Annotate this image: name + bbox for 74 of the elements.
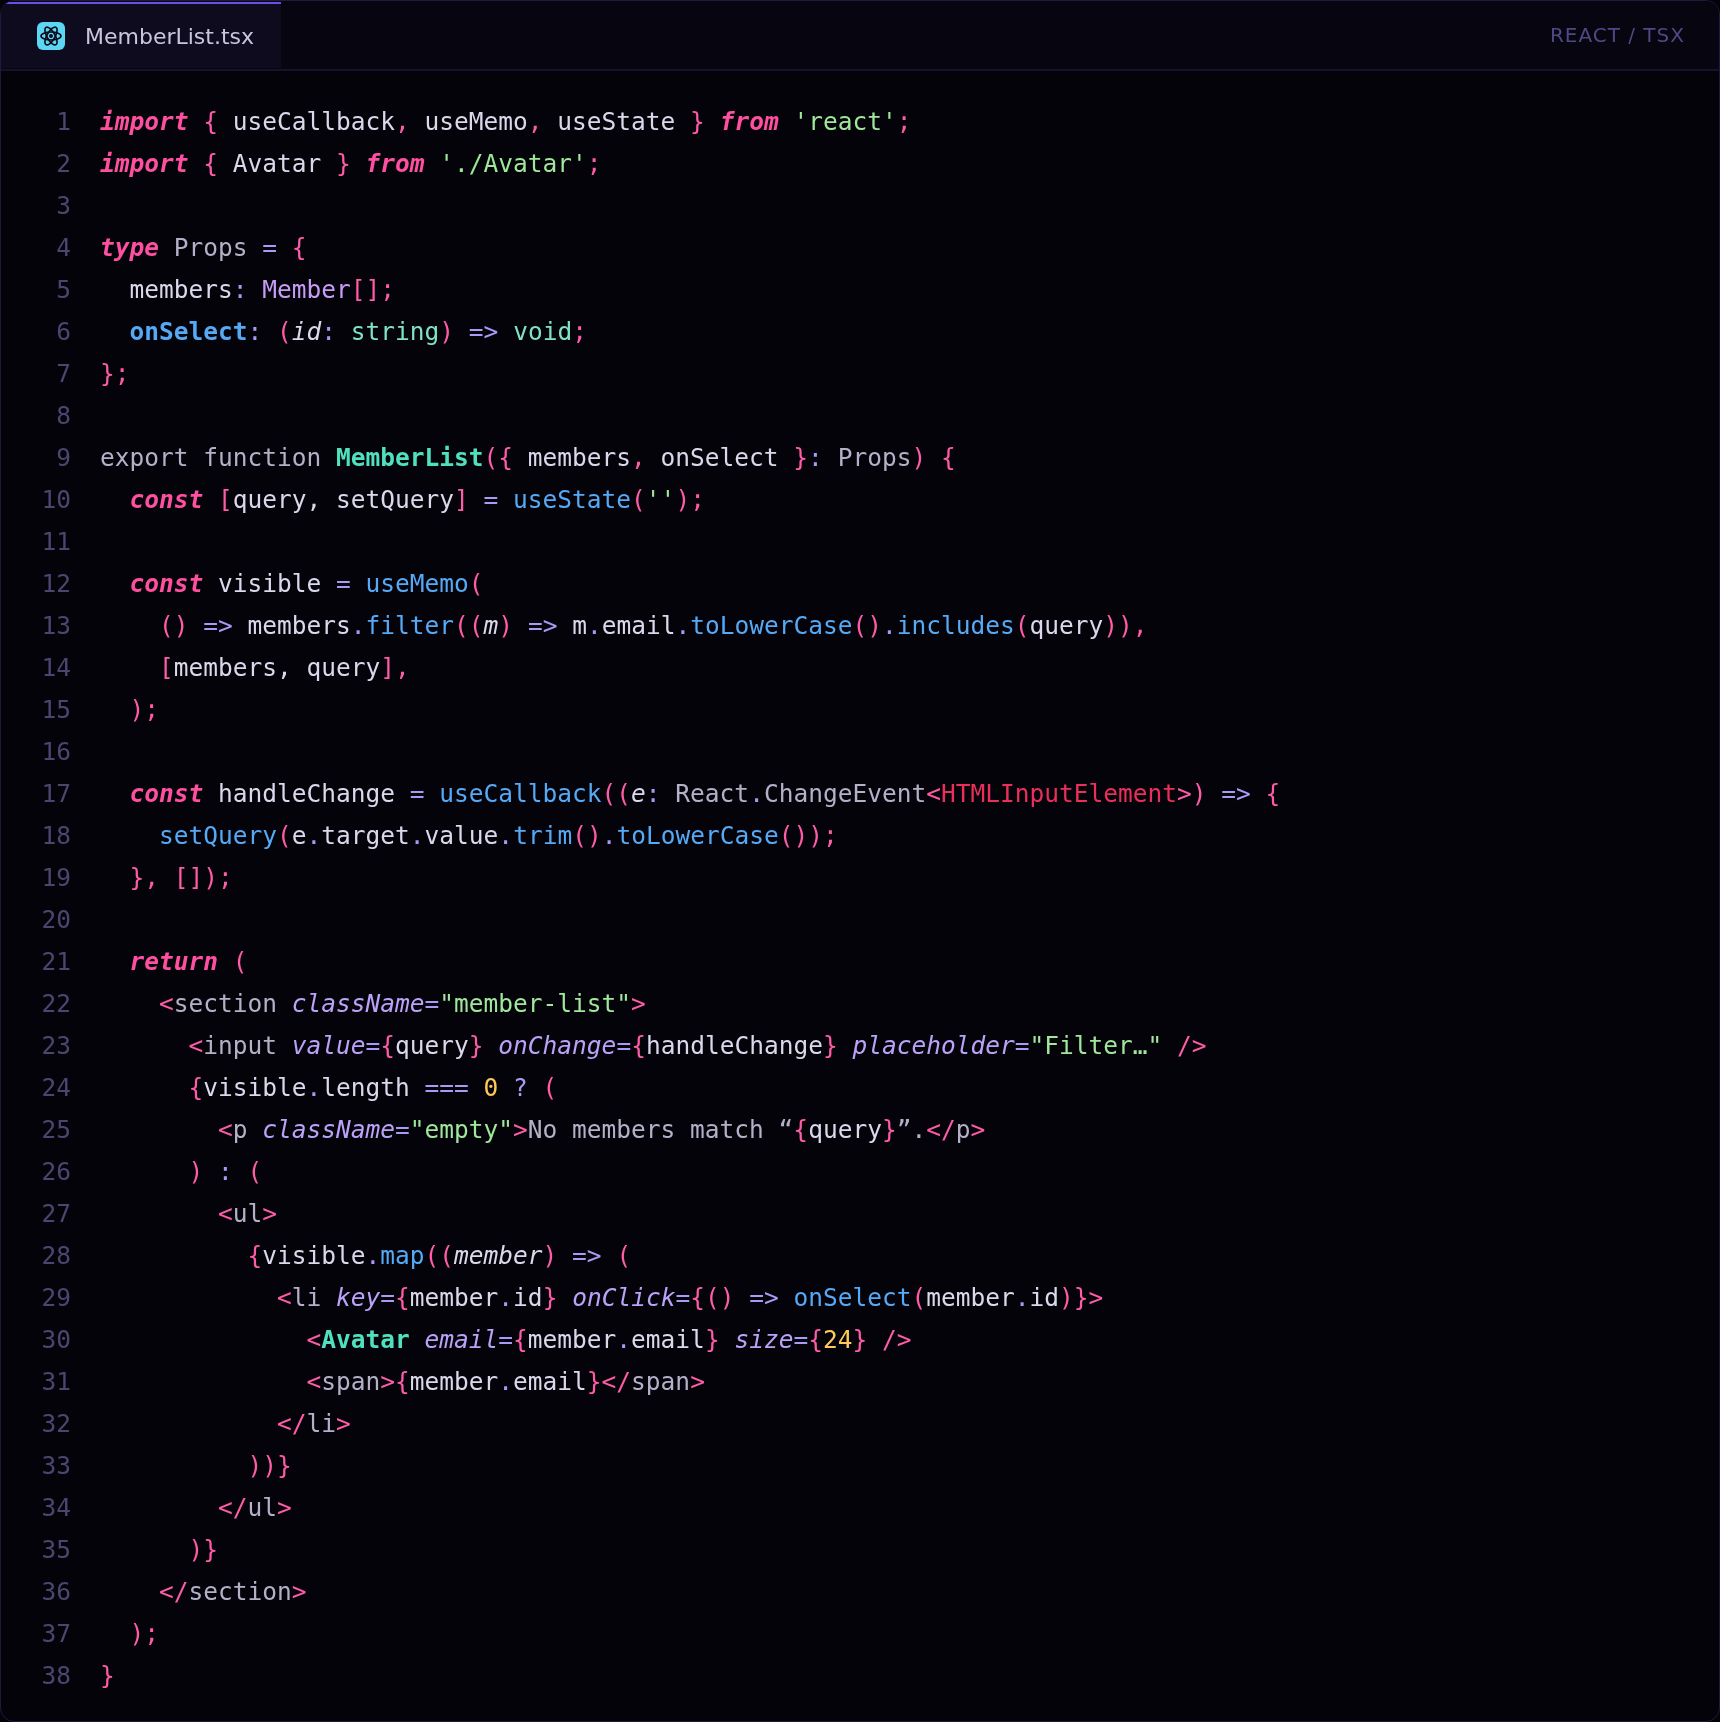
code-line: members: Member[]; bbox=[128, 274, 396, 304]
line-number: 34 bbox=[40, 1492, 71, 1522]
line-number: 32 bbox=[40, 1408, 71, 1438]
code-line: const [query, setQuery] = useState(''); bbox=[128, 484, 705, 514]
line-number: 2 bbox=[55, 148, 71, 178]
atom-icon bbox=[37, 22, 65, 50]
line-number: 22 bbox=[40, 988, 71, 1018]
line-number: 17 bbox=[40, 778, 71, 808]
line-number: 5 bbox=[55, 274, 71, 304]
code-line: <li key={member.id} onClick={() => onSelect(member.id)}> bbox=[276, 1282, 1104, 1312]
line-number: 16 bbox=[40, 736, 71, 766]
code-line: setQuery(e.target.value.trim().toLowerCase()); bbox=[158, 820, 838, 850]
code-line: {visible.length === 0 ? ( bbox=[187, 1072, 558, 1102]
line-number: 11 bbox=[40, 526, 71, 556]
line-number: 31 bbox=[40, 1366, 71, 1396]
code-line: <ul> bbox=[217, 1198, 278, 1228]
line-number: 38 bbox=[40, 1660, 71, 1690]
line-number: 18 bbox=[40, 820, 71, 850]
code-line: const visible = useMemo( bbox=[128, 568, 484, 598]
line-number: 19 bbox=[40, 862, 71, 892]
line-number: 7 bbox=[55, 358, 71, 388]
line-number: 14 bbox=[40, 652, 71, 682]
code-line: <input value={query} onChange={handleChange} placeholder="Filter…" /> bbox=[187, 1030, 1207, 1060]
code-line: <p className="empty">No members match “{query}”.</p> bbox=[217, 1114, 986, 1144]
line-number: 3 bbox=[55, 190, 71, 220]
code-line: </ul> bbox=[217, 1492, 292, 1522]
line-number: 33 bbox=[40, 1450, 71, 1480]
code-line: ); bbox=[128, 694, 159, 724]
code-line: export function MemberList({ members, onSelect }: Props) { bbox=[100, 442, 956, 472]
file-tab[interactable]: MemberList.tsx bbox=[1, 2, 281, 68]
line-number: 24 bbox=[40, 1072, 71, 1102]
line-number: 27 bbox=[40, 1198, 71, 1228]
line-number: 15 bbox=[40, 694, 71, 724]
line-number: 8 bbox=[55, 400, 71, 430]
line-number: 20 bbox=[40, 904, 71, 934]
code-line: onSelect: (id: string) => void; bbox=[128, 316, 587, 346]
line-number: 36 bbox=[40, 1576, 71, 1606]
code-line: import { useCallback, useMemo, useState } from 'react'; bbox=[100, 106, 912, 136]
line-number: 13 bbox=[40, 610, 71, 640]
code-line: () => members.filter((m) => m.email.toLowerCase().includes(query)), bbox=[158, 610, 1148, 640]
line-number: 1 bbox=[55, 106, 71, 136]
line-number: 21 bbox=[40, 946, 71, 976]
code-line: const handleChange = useCallback((e: React.ChangeEvent<HTMLInputElement>) => { bbox=[128, 778, 1281, 808]
code-line: type Props = { bbox=[100, 232, 307, 262]
line-number: 37 bbox=[40, 1618, 71, 1648]
code-line: <section className="member-list"> bbox=[158, 988, 646, 1018]
code-line: }, []); bbox=[128, 862, 233, 892]
line-number: 6 bbox=[55, 316, 71, 346]
line-number: 23 bbox=[40, 1030, 71, 1060]
code-line: [members, query], bbox=[158, 652, 410, 682]
line-number: 10 bbox=[40, 484, 71, 514]
code-line: import { Avatar } from './Avatar'; bbox=[100, 148, 602, 178]
code-line: <Avatar email={member.email} size={24} /> bbox=[305, 1324, 912, 1354]
line-number: 35 bbox=[40, 1534, 71, 1564]
language-label: REACT / TSX bbox=[1549, 23, 1685, 47]
line-number: 25 bbox=[40, 1114, 71, 1144]
code-line: <span>{member.email}</span> bbox=[305, 1366, 705, 1396]
line-number: 9 bbox=[55, 442, 71, 472]
code-line: }; bbox=[100, 358, 130, 388]
code-line: } bbox=[100, 1660, 115, 1690]
code-line: ); bbox=[128, 1618, 159, 1648]
line-number: 28 bbox=[40, 1240, 71, 1270]
code-line: return ( bbox=[128, 946, 248, 976]
line-number: 26 bbox=[40, 1156, 71, 1186]
line-number: 12 bbox=[40, 568, 71, 598]
code-line: )} bbox=[187, 1534, 218, 1564]
line-number: 4 bbox=[55, 232, 71, 262]
code-line: </section> bbox=[158, 1576, 307, 1606]
line-number: 29 bbox=[40, 1282, 71, 1312]
code-line: </li> bbox=[276, 1408, 351, 1438]
code-line: ))} bbox=[246, 1450, 292, 1480]
line-number: 30 bbox=[40, 1324, 71, 1354]
code-line: {visible.map((member) => ( bbox=[246, 1240, 632, 1270]
code-line: ) : ( bbox=[187, 1156, 263, 1186]
